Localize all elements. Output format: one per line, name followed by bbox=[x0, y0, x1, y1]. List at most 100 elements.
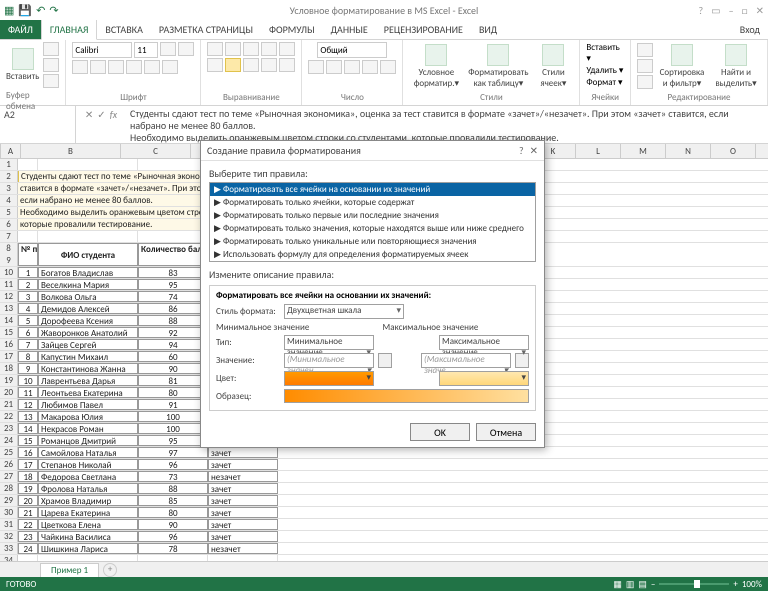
cell[interactable]: 80 bbox=[138, 387, 208, 398]
cell[interactable]: Макарова Юлия bbox=[38, 411, 138, 422]
row-header[interactable]: 4 bbox=[0, 195, 18, 206]
cell[interactable]: № п/п bbox=[18, 243, 38, 266]
cell[interactable]: 15 bbox=[18, 435, 38, 446]
tab-formulas[interactable]: ФОРМУЛЫ bbox=[261, 20, 323, 39]
cell[interactable]: 97 bbox=[138, 447, 208, 458]
row-header[interactable]: 15 bbox=[0, 327, 18, 338]
tab-page-layout[interactable]: РАЗМЕТКА СТРАНИЦЫ bbox=[151, 20, 261, 39]
save-icon[interactable]: 💾 bbox=[18, 4, 32, 17]
column-header[interactable]: N bbox=[666, 144, 711, 158]
cell[interactable]: Царева Екатерина bbox=[38, 507, 138, 518]
cell[interactable]: 91 bbox=[138, 399, 208, 410]
cell[interactable]: Цветкова Елена bbox=[38, 519, 138, 530]
cell[interactable] bbox=[138, 159, 208, 170]
ok-button[interactable]: OK bbox=[410, 423, 470, 441]
grow-font-button[interactable] bbox=[160, 42, 176, 56]
enter-fx-icon[interactable]: ✓ bbox=[97, 108, 105, 121]
align-bottom-button[interactable] bbox=[243, 42, 259, 56]
dialog-help-icon[interactable]: ? bbox=[519, 144, 524, 157]
cell[interactable]: Самойлова Наталья bbox=[38, 447, 138, 458]
zoom-in-button[interactable]: + bbox=[733, 579, 737, 590]
cell[interactable]: 73 bbox=[138, 471, 208, 482]
row-header[interactable]: 2 bbox=[0, 171, 18, 182]
cell[interactable]: зачет bbox=[208, 531, 278, 542]
zoom-slider[interactable] bbox=[659, 583, 729, 585]
close-icon[interactable]: ✕ bbox=[756, 4, 764, 17]
cell[interactable]: 90 bbox=[138, 519, 208, 530]
cell[interactable]: 78 bbox=[138, 543, 208, 554]
underline-button[interactable] bbox=[108, 60, 124, 74]
zoom-out-button[interactable]: – bbox=[651, 579, 655, 590]
zoom-level[interactable]: 100% bbox=[742, 579, 762, 590]
rule-item[interactable]: ▶ Форматировать только первые или послед… bbox=[210, 209, 535, 222]
column-header[interactable]: M bbox=[621, 144, 666, 158]
cell[interactable]: Любимов Павел bbox=[38, 399, 138, 410]
cell[interactable] bbox=[18, 231, 38, 242]
cell[interactable]: 22 bbox=[18, 519, 38, 530]
cell[interactable]: 8 bbox=[18, 351, 38, 362]
cell[interactable]: 10 bbox=[18, 375, 38, 386]
column-header[interactable]: O bbox=[711, 144, 756, 158]
cell[interactable]: 74 bbox=[138, 291, 208, 302]
orientation-button[interactable] bbox=[261, 42, 277, 56]
signin-link[interactable]: Вход bbox=[732, 20, 768, 39]
column-header[interactable]: C bbox=[121, 144, 191, 158]
cell[interactable]: Романцов Дмитрий bbox=[38, 435, 138, 446]
cell[interactable]: Зайцев Сергей bbox=[38, 339, 138, 350]
row-header[interactable]: 25 bbox=[0, 447, 18, 458]
min-color-dropdown[interactable] bbox=[284, 371, 374, 386]
add-sheet-button[interactable]: + bbox=[103, 563, 117, 577]
row-header[interactable]: 13 bbox=[0, 303, 18, 314]
row-header[interactable]: 89 bbox=[0, 243, 18, 266]
rule-item[interactable]: ▶ Форматировать только ячейки, которые с… bbox=[210, 196, 535, 209]
cell[interactable]: 2 bbox=[18, 279, 38, 290]
row-header[interactable]: 7 bbox=[0, 231, 18, 242]
rule-item[interactable]: ▶ Форматировать только уникальные или по… bbox=[210, 235, 535, 248]
align-left-button[interactable] bbox=[207, 58, 223, 72]
cell[interactable]: Константинова Жанна bbox=[38, 363, 138, 374]
cell[interactable]: 1 bbox=[18, 267, 38, 278]
align-right-button[interactable] bbox=[243, 58, 259, 72]
row-header[interactable]: 31 bbox=[0, 519, 18, 530]
column-header[interactable]: B bbox=[21, 144, 121, 158]
cell[interactable]: Количество баллов bbox=[138, 243, 208, 266]
cell[interactable]: 95 bbox=[138, 435, 208, 446]
row-header[interactable]: 3 bbox=[0, 183, 18, 194]
cell[interactable] bbox=[38, 231, 138, 242]
wrap-text-button[interactable] bbox=[279, 42, 295, 56]
cell[interactable]: 88 bbox=[138, 315, 208, 326]
format-style-dropdown[interactable]: Двухцветная шкала bbox=[284, 304, 404, 319]
min-value-input[interactable]: (Минимальное значен bbox=[284, 353, 374, 368]
font-color-button[interactable] bbox=[162, 60, 178, 74]
cell[interactable]: 23 bbox=[18, 531, 38, 542]
cell[interactable]: 94 bbox=[138, 339, 208, 350]
cell[interactable]: зачет bbox=[208, 507, 278, 518]
cell[interactable] bbox=[138, 231, 208, 242]
fx-icon[interactable]: fx bbox=[110, 108, 117, 121]
cell[interactable] bbox=[38, 159, 138, 170]
copy-button[interactable] bbox=[43, 58, 59, 72]
cell[interactable]: ФИО студента bbox=[38, 243, 138, 266]
help-icon[interactable]: ? bbox=[698, 4, 703, 17]
cell[interactable]: Капустин Михаил bbox=[38, 351, 138, 362]
fill-color-button[interactable] bbox=[144, 60, 160, 74]
row-header[interactable]: 28 bbox=[0, 483, 18, 494]
autosum-button[interactable] bbox=[637, 43, 653, 57]
cell[interactable]: 12 bbox=[18, 399, 38, 410]
cell[interactable]: 96 bbox=[138, 459, 208, 470]
cell[interactable]: 9 bbox=[18, 363, 38, 374]
cell[interactable]: зачет bbox=[208, 495, 278, 506]
cell[interactable]: 83 bbox=[138, 267, 208, 278]
cell[interactable]: зачет bbox=[208, 447, 278, 458]
cell[interactable]: 7 bbox=[18, 339, 38, 350]
cell[interactable]: 88 bbox=[138, 483, 208, 494]
cell[interactable]: 14 bbox=[18, 423, 38, 434]
cell[interactable]: 18 bbox=[18, 471, 38, 482]
cell[interactable]: 86 bbox=[138, 303, 208, 314]
row-header[interactable]: 19 bbox=[0, 375, 18, 386]
align-center-button[interactable] bbox=[225, 58, 241, 72]
cell[interactable]: 96 bbox=[138, 531, 208, 542]
cell[interactable]: Веселкина Мария bbox=[38, 279, 138, 290]
cell[interactable]: 5 bbox=[18, 315, 38, 326]
row-header[interactable]: 10 bbox=[0, 267, 18, 278]
